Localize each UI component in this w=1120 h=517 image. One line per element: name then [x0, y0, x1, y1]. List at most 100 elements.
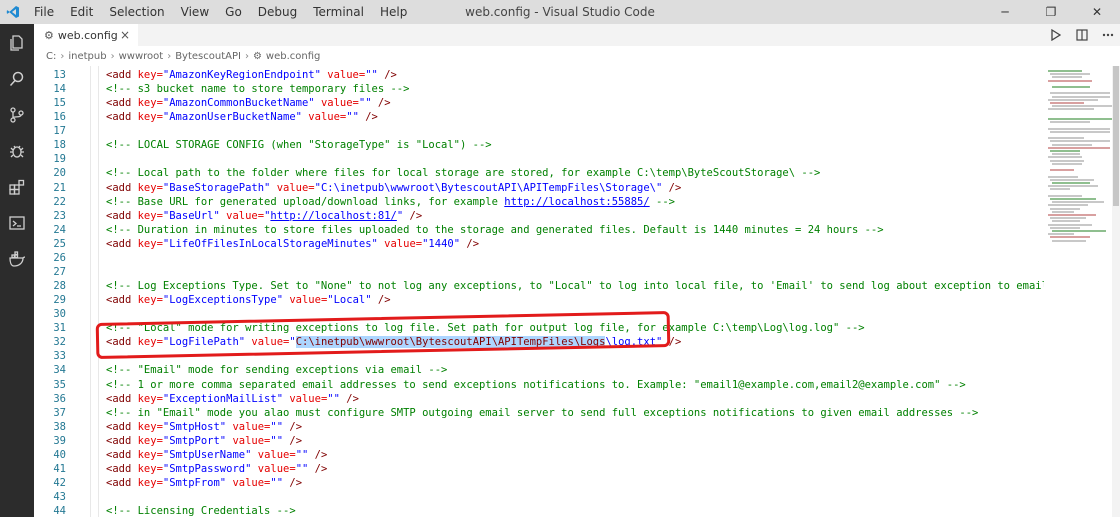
- code-token: "SmtpHost": [162, 420, 227, 433]
- vertical-scrollbar[interactable]: [1112, 66, 1120, 517]
- code-line[interactable]: 28 <!-- Log Exceptions Type. Set to "None…: [34, 279, 1044, 293]
- code-line[interactable]: 39 <add key="SmtpPort" value="" />: [34, 434, 1044, 448]
- code-line[interactable]: 38 <add key="SmtpHost" value="" />: [34, 420, 1044, 434]
- code-token: "": [327, 392, 340, 405]
- line-number: 26: [53, 251, 66, 264]
- code-token: <!-- "Email" mode for sending exceptions…: [106, 364, 448, 377]
- minimap-line: [1050, 169, 1074, 172]
- maximize-button[interactable]: ❐: [1028, 0, 1074, 24]
- code-line[interactable]: 17: [34, 124, 1044, 138]
- code-token: key=: [137, 420, 163, 433]
- files-icon[interactable]: [0, 28, 34, 58]
- code-token: key=: [137, 294, 163, 307]
- code-line[interactable]: 22 <!-- Base URL for generated upload/dow…: [34, 195, 1044, 209]
- code-line[interactable]: 25 <add key="LifeOfFilesInLocalStorageMin…: [34, 237, 1044, 251]
- menu-file[interactable]: File: [26, 0, 62, 24]
- code-line[interactable]: 43: [34, 490, 1044, 504]
- code-text: <!-- Base URL for generated upload/downl…: [106, 195, 675, 209]
- breadcrumb-item[interactable]: inetpub: [68, 51, 106, 62]
- minimap-line: [1048, 98, 1098, 101]
- code-token: <add: [106, 294, 138, 307]
- code-line[interactable]: 35 <!-- 1 or more comma separated email a…: [34, 378, 1044, 392]
- menu-view[interactable]: View: [173, 0, 217, 24]
- code-token: <add: [106, 209, 138, 222]
- debug-icon[interactable]: [0, 136, 34, 166]
- code-line[interactable]: 32 <add key="LogFilePath" value="C:\inetp…: [34, 335, 1044, 349]
- code-line[interactable]: 31 <!-- "Local" mode for writing exceptio…: [34, 321, 1044, 335]
- code-line[interactable]: 21 <add key="BaseStoragePath" value="C:\i…: [34, 181, 1044, 195]
- code-token: value=: [251, 448, 296, 461]
- docker-icon[interactable]: [0, 244, 34, 274]
- code-token: <add: [106, 111, 138, 124]
- code-token: "": [365, 69, 378, 81]
- code-line[interactable]: 27: [34, 265, 1044, 279]
- code-line[interactable]: 34 <!-- "Email" mode for sending exceptio…: [34, 363, 1044, 377]
- minimap-line: [1052, 95, 1110, 98]
- code-line[interactable]: 13 <add key="AmazonKeyRegionEndpoint" val…: [34, 68, 1044, 82]
- code-editor[interactable]: 13 <add key="AmazonKeyRegionEndpoint" val…: [34, 66, 1044, 517]
- code-line[interactable]: 26: [34, 251, 1044, 265]
- code-token: http://localhost:55885/: [504, 195, 650, 208]
- code-token: "LogExceptionsType": [162, 294, 284, 307]
- code-token: <add: [106, 336, 138, 349]
- split-editor-icon[interactable]: [1076, 28, 1088, 42]
- run-icon[interactable]: [1050, 28, 1062, 42]
- code-line[interactable]: 19: [34, 152, 1044, 166]
- minimize-button[interactable]: ─: [982, 0, 1028, 24]
- code-line[interactable]: 44 <!-- Licensing Credentials -->: [34, 504, 1044, 517]
- code-line[interactable]: 42 <add key="SmtpFrom" value="" />: [34, 476, 1044, 490]
- code-token: <!-- Base URL for generated upload/downl…: [106, 195, 505, 208]
- minimap-line: [1050, 178, 1094, 181]
- line-number: 44: [53, 505, 66, 517]
- code-token: />: [339, 392, 359, 405]
- code-token: />: [308, 448, 328, 461]
- code-token: ": [289, 336, 296, 349]
- code-line[interactable]: 40 <add key="SmtpUserName" value="" />: [34, 448, 1044, 462]
- code-token: />: [403, 209, 423, 222]
- code-line[interactable]: 30: [34, 307, 1044, 321]
- code-line[interactable]: 41 <add key="SmtpPassword" value="" />: [34, 462, 1044, 476]
- code-line[interactable]: 24 <!-- Duration in minutes to store file…: [34, 223, 1044, 237]
- vscode-logo-icon[interactable]: [0, 0, 26, 24]
- menu-selection[interactable]: Selection: [101, 0, 172, 24]
- code-line[interactable]: 14 <!-- s3 bucket name to store temporary…: [34, 82, 1044, 96]
- menu-edit[interactable]: Edit: [62, 0, 101, 24]
- code-line[interactable]: 15 <add key="AmazonCommonBucketName" valu…: [34, 96, 1044, 110]
- remote-explorer-icon[interactable]: [0, 208, 34, 238]
- menu-go[interactable]: Go: [217, 0, 250, 24]
- menu-help[interactable]: Help: [372, 0, 415, 24]
- code-line[interactable]: 18 <!-- LOCAL STORAGE CONFIG (when "Stora…: [34, 138, 1044, 152]
- minimap[interactable]: [1044, 66, 1112, 517]
- menu-debug[interactable]: Debug: [250, 0, 305, 24]
- code-line[interactable]: 20 <!-- Local path to the folder where fi…: [34, 166, 1044, 180]
- more-actions-icon[interactable]: [1102, 28, 1114, 42]
- breadcrumb-item[interactable]: C:: [46, 51, 56, 62]
- code-line[interactable]: 16 <add key="AmazonUserBucketName" value=…: [34, 110, 1044, 124]
- scrollbar-thumb[interactable]: [1113, 66, 1119, 206]
- code-line[interactable]: 37 <!-- in "Email" mode you alao must con…: [34, 406, 1044, 420]
- extensions-icon[interactable]: [0, 172, 34, 202]
- menu-terminal[interactable]: Terminal: [305, 0, 372, 24]
- close-window-button[interactable]: ✕: [1074, 0, 1120, 24]
- breadcrumb-file[interactable]: web.config: [266, 51, 320, 62]
- code-token: <add: [106, 69, 138, 81]
- code-line[interactable]: 23 <add key="BaseUrl" value="http://local…: [34, 209, 1044, 223]
- code-token: "Local": [327, 294, 372, 307]
- code-token: <!-- 1 or more comma separated email add…: [106, 378, 966, 391]
- search-icon[interactable]: [0, 64, 34, 94]
- code-token: value=: [320, 69, 366, 81]
- close-icon[interactable]: ×: [120, 28, 130, 42]
- code-token: "": [295, 448, 309, 461]
- code-line[interactable]: 29 <add key="LogExceptionsType" value="Lo…: [34, 293, 1044, 307]
- breadcrumb-item[interactable]: wwwroot: [119, 51, 164, 62]
- breadcrumb-item[interactable]: BytescoutAPI: [175, 51, 241, 62]
- tab-web-config[interactable]: ⚙ web.config ×: [34, 24, 138, 46]
- code-text: <add key="LogFilePath" value="C:\inetpub…: [106, 335, 681, 349]
- code-line[interactable]: 36 <add key="ExceptionMailList" value="" …: [34, 392, 1044, 406]
- source-control-icon[interactable]: [0, 100, 34, 130]
- code-text: <add key="BaseUrl" value="http://localho…: [106, 209, 422, 223]
- code-text: <add key="SmtpPort" value="" />: [106, 434, 302, 448]
- code-token: key=: [137, 209, 163, 222]
- code-line[interactable]: 33: [34, 349, 1044, 363]
- code-token: key=: [137, 97, 163, 110]
